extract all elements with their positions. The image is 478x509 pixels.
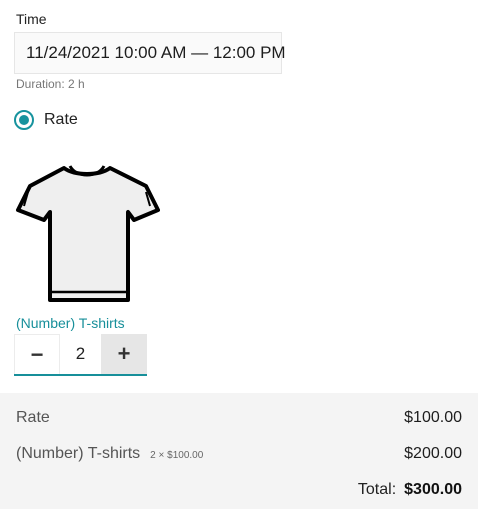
rate-radio-label: Rate <box>44 111 78 128</box>
summary-item-row: (Number) T-shirts 2 × $100.00 $200.00 <box>16 445 462 463</box>
t-shirt-icon <box>14 160 160 306</box>
summary-item-detail: 2 × $100.00 <box>150 450 204 461</box>
summary-item-amount: $200.00 <box>404 445 462 462</box>
item-name-label: (Number) T-shirts <box>16 315 125 331</box>
quantity-stepper[interactable]: − 2 + <box>14 334 147 376</box>
order-summary: Rate $100.00 (Number) T-shirts 2 × $100.0… <box>0 393 478 509</box>
summary-total-amount: $300.00 <box>404 481 462 498</box>
quantity-value: 2 <box>75 344 86 363</box>
time-range-field[interactable]: 11/24/2021 10:00 AM — 12:00 PM <box>14 32 286 74</box>
summary-item-label-group: (Number) T-shirts 2 × $100.00 <box>16 445 203 463</box>
duration-text: Duration: 2 h <box>16 77 85 91</box>
rate-radio-option[interactable]: Rate <box>14 110 78 130</box>
summary-rate-amount: $100.00 <box>404 409 462 426</box>
increment-button[interactable]: + <box>101 334 147 374</box>
rate-radio-button[interactable] <box>14 110 34 130</box>
summary-rate-label: Rate <box>16 409 50 426</box>
summary-total-label: Total: <box>357 481 397 498</box>
radio-selected-dot <box>19 115 29 125</box>
summary-item-label: (Number) T-shirts <box>16 445 141 462</box>
summary-rate-row: Rate $100.00 <box>16 409 462 427</box>
decrement-button[interactable]: − <box>14 334 60 374</box>
time-label: Time <box>16 11 47 27</box>
summary-total-row: Total: $300.00 <box>16 481 462 499</box>
time-range-value: 11/24/2021 10:00 AM — 12:00 PM <box>26 43 286 62</box>
